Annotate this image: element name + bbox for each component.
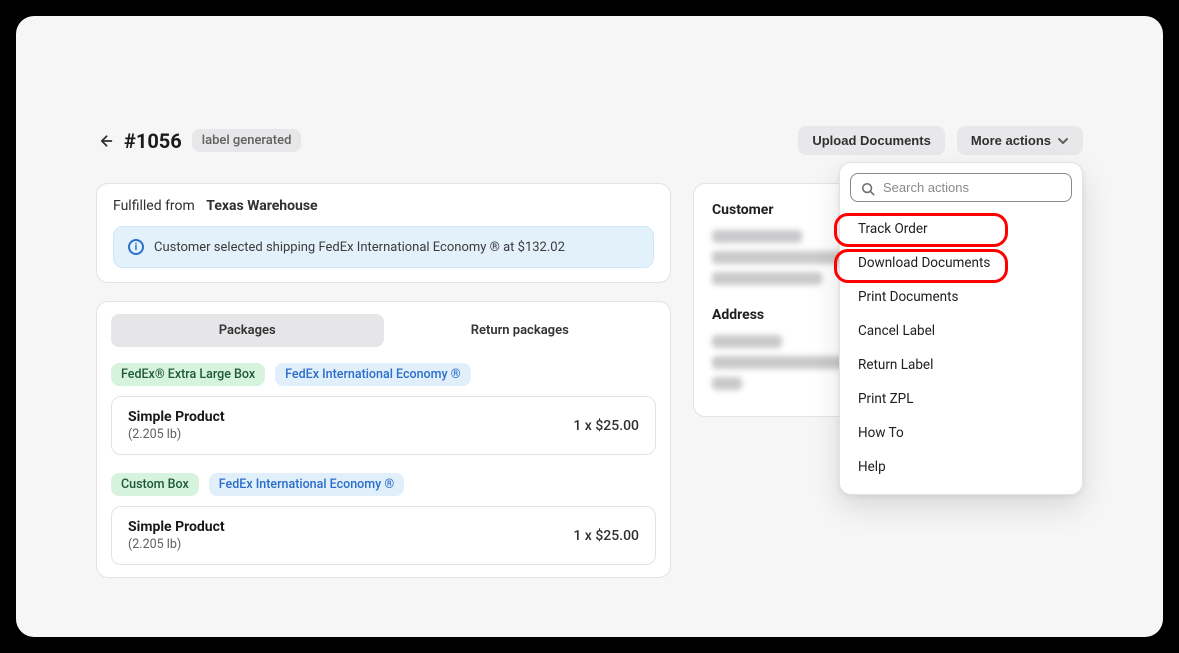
package-chips: FedEx® Extra Large Box FedEx Internation… [111, 363, 656, 386]
product-name: Simple Product [128, 519, 225, 535]
tab-packages[interactable]: Packages [111, 314, 384, 347]
chevron-down-icon [1057, 135, 1069, 147]
menu-item-download-documents[interactable]: Download Documents [850, 246, 1072, 280]
package-product-row: Simple Product (2.205 lb) 1 x $25.00 [111, 506, 656, 565]
fulfilled-location: Texas Warehouse [206, 198, 317, 214]
product-meta: (2.205 lb) [128, 537, 225, 552]
search-icon [861, 181, 875, 195]
menu-item-print-zpl[interactable]: Print ZPL [850, 382, 1072, 416]
box-chip: FedEx® Extra Large Box [111, 363, 265, 386]
product-price: 1 x $25.00 [573, 528, 639, 544]
fulfilled-from-line: Fulfilled from Texas Warehouse [113, 198, 654, 214]
btn-label: More actions [971, 133, 1051, 148]
product-name: Simple Product [128, 409, 225, 425]
menu-item-track-order[interactable]: Track Order [850, 212, 1072, 246]
product-price: 1 x $25.00 [573, 418, 639, 434]
menu-item-cancel-label[interactable]: Cancel Label [850, 314, 1072, 348]
upload-documents-button[interactable]: Upload Documents [798, 126, 944, 155]
packages-tabs: Packages Return packages [111, 314, 656, 347]
order-title: #1056 [124, 129, 182, 153]
info-icon: i [128, 239, 144, 255]
tab-return-packages[interactable]: Return packages [384, 314, 657, 347]
info-text: Customer selected shipping FedEx Interna… [154, 240, 565, 255]
product-meta: (2.205 lb) [128, 427, 225, 442]
search-actions-input[interactable] [883, 180, 1061, 195]
package-product-row: Simple Product (2.205 lb) 1 x $25.00 [111, 396, 656, 455]
status-badge: label generated [192, 129, 302, 152]
app-window: #1056 label generated Upload Documents M… [16, 16, 1163, 637]
back-arrow-icon[interactable] [96, 132, 114, 150]
redacted-text [712, 377, 742, 390]
box-chip: Custom Box [111, 473, 199, 496]
redacted-text [712, 335, 782, 348]
menu-item-print-documents[interactable]: Print Documents [850, 280, 1072, 314]
shipping-info-banner: i Customer selected shipping FedEx Inter… [113, 226, 654, 268]
package-chips: Custom Box FedEx International Economy ® [111, 473, 656, 496]
more-actions-button[interactable]: More actions [957, 126, 1083, 155]
page-header: #1056 label generated Upload Documents M… [96, 126, 1083, 155]
fulfilled-prefix: Fulfilled from [113, 198, 195, 214]
menu-item-help[interactable]: Help [850, 450, 1072, 484]
menu-item-return-label[interactable]: Return Label [850, 348, 1072, 382]
btn-label: Upload Documents [812, 133, 930, 148]
fulfillment-card: Fulfilled from Texas Warehouse i Custome… [96, 183, 671, 283]
service-chip: FedEx International Economy ® [209, 473, 404, 496]
menu-item-how-to[interactable]: How To [850, 416, 1072, 450]
more-actions-menu: Track Order Download Documents Print Doc… [839, 162, 1083, 495]
packages-card: Packages Return packages FedEx® Extra La… [96, 301, 671, 578]
redacted-text [712, 272, 822, 285]
redacted-text [712, 230, 802, 243]
service-chip: FedEx International Economy ® [275, 363, 470, 386]
search-actions-wrap[interactable] [850, 173, 1072, 202]
